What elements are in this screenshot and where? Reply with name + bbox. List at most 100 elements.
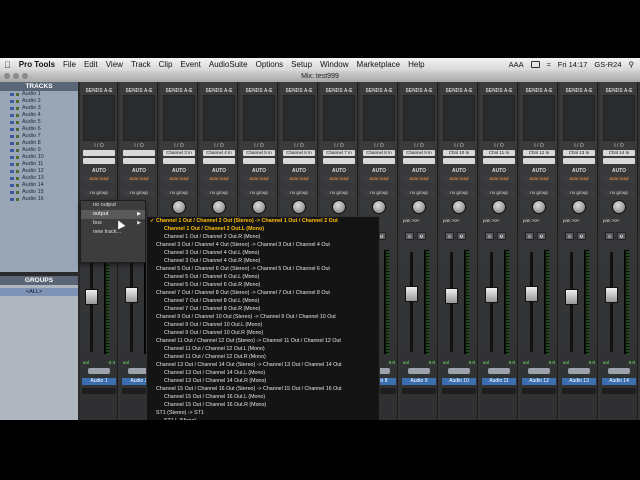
automation-mode[interactable]: auto read (163, 176, 195, 182)
menu-options[interactable]: Options (256, 60, 284, 69)
track-visible-icon[interactable] (10, 170, 14, 173)
track-comment[interactable] (442, 388, 476, 394)
pan-knob[interactable] (292, 200, 306, 214)
output-selector[interactable] (283, 158, 315, 164)
automation-mode[interactable]: auto read (523, 176, 555, 182)
solo-button[interactable]: S (405, 232, 414, 240)
zoom-icon[interactable] (22, 73, 28, 79)
group-selector[interactable]: no group (163, 190, 195, 196)
volume-fader[interactable] (605, 287, 618, 304)
pan-knob[interactable] (412, 200, 426, 214)
output-selector[interactable] (443, 158, 475, 164)
sound-indicator[interactable]: AAA (509, 60, 524, 69)
menu-file[interactable]: File (63, 60, 76, 69)
group-selector[interactable]: no group (83, 190, 115, 196)
track-list-item[interactable]: Audio 13 (0, 175, 78, 182)
track-comment[interactable] (82, 388, 116, 394)
output-selector[interactable] (83, 158, 115, 164)
group-selector[interactable]: no group (363, 190, 395, 196)
group-selector[interactable]: no group (483, 190, 515, 196)
pan-knob[interactable] (372, 200, 386, 214)
output-selector[interactable] (203, 158, 235, 164)
automation-mode[interactable]: auto read (443, 176, 475, 182)
output-menu-stereo-item[interactable]: Channel 3 Out / Channel 4 Out (Stereo) -… (147, 241, 379, 249)
output-menu-stereo-item[interactable]: ST1 (Stereo) -> ST1 (147, 409, 379, 417)
output-menu-stereo-item[interactable]: Channel 15 Out / Channel 16 Out (Stereo)… (147, 385, 379, 393)
track-list-item[interactable]: Audio 11 (0, 161, 78, 168)
output-selector[interactable] (563, 158, 595, 164)
automation-mode[interactable]: auto read (603, 176, 635, 182)
track-list-item[interactable]: Audio 12 (0, 168, 78, 175)
dyn-button[interactable] (568, 368, 590, 374)
input-selector[interactable]: Channel 4 In (203, 150, 235, 156)
host-name[interactable]: GS-R24 (594, 60, 621, 69)
no-output-item[interactable]: no output (81, 201, 145, 210)
menu-app[interactable]: Pro Tools (19, 60, 55, 69)
output-menu-stereo-item[interactable]: Channel 9 Out / Channel 10 Out (Stereo) … (147, 313, 379, 321)
sends-box[interactable] (403, 95, 435, 141)
track-visible-icon[interactable] (10, 177, 14, 180)
track-visible-icon[interactable] (10, 135, 14, 138)
output-menu-mono-item[interactable]: Channel 1 Out / Channel 2 Out.L (Mono) (147, 225, 379, 233)
group-selector[interactable]: no group (443, 190, 475, 196)
input-selector[interactable]: Channel 6 In (283, 150, 315, 156)
menu-audiosuite[interactable]: AudioSuite (209, 60, 248, 69)
track-list-item[interactable]: Audio 8 (0, 140, 78, 147)
track-name[interactable]: Audio 12 (522, 378, 556, 385)
input-selector[interactable]: Chnl 14 In (603, 150, 635, 156)
output-menu-mono-item[interactable]: Channel 9 Out / Channel 10 Out.R (Mono) (147, 329, 379, 337)
solo-button[interactable]: S (565, 232, 574, 240)
automation-mode[interactable]: auto read (203, 176, 235, 182)
output-menu-stereo-item[interactable]: Channel 7 Out / Channel 8 Out (Stereo) -… (147, 289, 379, 297)
wifi-icon[interactable]: ≈ (547, 60, 551, 69)
dyn-button[interactable] (88, 368, 110, 374)
menu-event[interactable]: Event (180, 60, 200, 69)
track-list-item[interactable]: Audio 6 (0, 126, 78, 133)
group-selector[interactable]: no group (243, 190, 275, 196)
dyn-button[interactable] (448, 368, 470, 374)
track-list-item[interactable]: Audio 15 (0, 189, 78, 196)
group-selector[interactable]: no group (323, 190, 355, 196)
automation-mode[interactable]: auto read (283, 176, 315, 182)
sends-box[interactable] (203, 95, 235, 141)
automation-mode[interactable]: auto read (563, 176, 595, 182)
output-selector[interactable] (523, 158, 555, 164)
automation-mode[interactable]: auto read (323, 176, 355, 182)
input-selector[interactable] (123, 150, 155, 156)
track-list-item[interactable]: Audio 2 (0, 98, 78, 105)
output-menu-mono-item[interactable]: Channel 3 Out / Channel 4 Out.L (Mono) (147, 249, 379, 257)
volume-fader[interactable] (405, 285, 418, 302)
output-selector[interactable] (483, 158, 515, 164)
output-selector[interactable] (163, 158, 195, 164)
pan-knob[interactable] (492, 200, 506, 214)
pan-knob[interactable] (452, 200, 466, 214)
sends-box[interactable] (443, 95, 475, 141)
volume-fader[interactable] (525, 286, 538, 303)
menu-marketplace[interactable]: Marketplace (357, 60, 401, 69)
new-track-item[interactable]: new track... (81, 228, 145, 237)
output-item[interactable]: output ▶ (81, 210, 145, 219)
track-comment[interactable] (482, 388, 516, 394)
track-name[interactable]: Audio 9 (402, 378, 436, 385)
output-selector[interactable] (323, 158, 355, 164)
track-visible-icon[interactable] (10, 163, 14, 166)
group-selector[interactable]: no group (283, 190, 315, 196)
output-menu-stereo-item[interactable]: ✓ Channel 1 Out / Channel 2 Out (Stereo) … (147, 217, 379, 225)
track-visible-icon[interactable] (10, 149, 14, 152)
track-list-item[interactable]: Audio 7 (0, 133, 78, 140)
sends-box[interactable] (243, 95, 275, 141)
track-list-item[interactable]: Audio 10 (0, 154, 78, 161)
battery-icon[interactable] (530, 61, 540, 68)
dyn-button[interactable] (608, 368, 630, 374)
output-menu-mono-item[interactable]: ST1.L (Mono) (147, 417, 379, 420)
output-menu-stereo-item[interactable]: Channel 5 Out / Channel 6 Out (Stereo) -… (147, 265, 379, 273)
pan-knob[interactable] (172, 200, 186, 214)
input-selector[interactable]: Channel 7 In (323, 150, 355, 156)
track-visible-icon[interactable] (10, 107, 14, 110)
output-selector[interactable] (123, 158, 155, 164)
input-selector[interactable]: Chnl 11 In (483, 150, 515, 156)
dyn-button[interactable] (488, 368, 510, 374)
sends-box[interactable] (603, 95, 635, 141)
group-selector[interactable]: no group (563, 190, 595, 196)
bus-item[interactable]: bus ▶ (81, 219, 145, 228)
